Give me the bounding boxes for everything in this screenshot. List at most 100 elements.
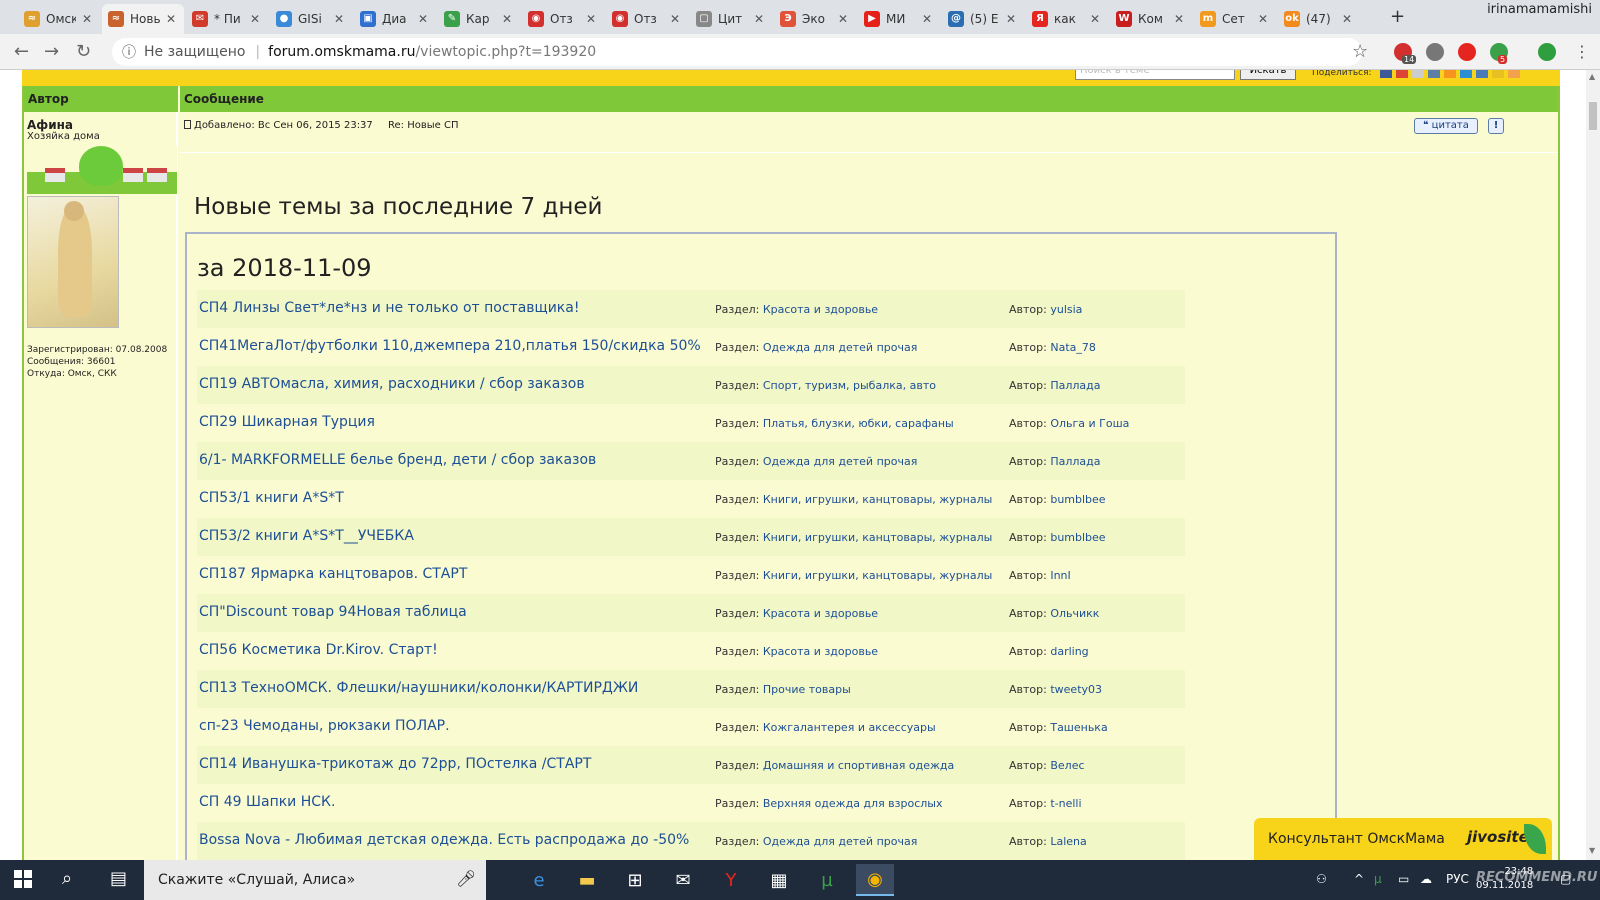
task-view-icon[interactable]: ▤ bbox=[110, 868, 127, 889]
extension-icon[interactable] bbox=[1426, 43, 1444, 61]
section-link[interactable]: Спорт, туризм, рыбалка, авто bbox=[763, 379, 936, 392]
tray-chevron-icon[interactable]: ^ bbox=[1354, 872, 1364, 886]
author-link[interactable]: InnI bbox=[1050, 569, 1070, 582]
close-icon[interactable]: ✕ bbox=[838, 12, 848, 26]
info-icon[interactable]: ⓘ bbox=[122, 42, 136, 62]
close-icon[interactable]: ✕ bbox=[1006, 12, 1016, 26]
author-link[interactable]: Паллада bbox=[1050, 379, 1100, 392]
browser-tab[interactable]: ◉ Отз ✕ bbox=[606, 4, 688, 34]
extension-icon[interactable] bbox=[1538, 43, 1556, 61]
profile-name[interactable]: irinamamamishi bbox=[1487, 2, 1592, 17]
topic-link[interactable]: Bossa Nova - Любимая детская одежда. Ест… bbox=[199, 832, 689, 848]
close-icon[interactable]: ✕ bbox=[166, 12, 176, 26]
topic-link[interactable]: СП14 Иванушка-трикотаж до 72рр, ПОстелка… bbox=[199, 756, 591, 772]
close-icon[interactable]: ✕ bbox=[502, 12, 512, 26]
section-link[interactable]: Верхняя одежда для взрослых bbox=[763, 797, 943, 810]
browser-tab[interactable]: ≈ Омск ✕ bbox=[18, 4, 100, 34]
author-link[interactable]: Nata_78 bbox=[1050, 341, 1096, 354]
topic-link[interactable]: СП187 Ярмарка канцтоваров. СТАРТ bbox=[199, 566, 467, 582]
mail-icon[interactable]: ✉ bbox=[664, 864, 702, 896]
topic-link[interactable]: СП 49 Шапки НСК. bbox=[199, 794, 335, 810]
section-link[interactable]: Одежда для детей прочая bbox=[763, 341, 918, 354]
author-link[interactable]: Велес bbox=[1050, 759, 1084, 772]
browser-tab[interactable]: Якак ✕ bbox=[1026, 4, 1108, 34]
browser-tab[interactable]: ≈ Новые ✕ bbox=[102, 4, 184, 34]
section-link[interactable]: Книги, игрушки, канцтовары, журналы bbox=[763, 569, 992, 582]
people-icon[interactable]: ⚇ bbox=[1316, 872, 1327, 886]
section-link[interactable]: Книги, игрушки, канцтовары, журналы bbox=[763, 531, 992, 544]
author-link[interactable]: Ташенька bbox=[1050, 721, 1107, 734]
browser-tab[interactable]: ✎ Кар ✕ bbox=[438, 4, 520, 34]
topic-link[interactable]: СП4 Линзы Свет*ле*нз и не только от пост… bbox=[199, 300, 579, 316]
section-link[interactable]: Красота и здоровье bbox=[763, 303, 878, 316]
search-icon[interactable]: ⌕ bbox=[62, 868, 72, 889]
section-link[interactable]: Красота и здоровье bbox=[763, 607, 878, 620]
browser-tab[interactable]: ✉ * Пи ✕ bbox=[186, 4, 268, 34]
browser-tab[interactable]: W Ком ✕ bbox=[1110, 4, 1192, 34]
author-link[interactable]: tweety03 bbox=[1050, 683, 1102, 696]
close-icon[interactable]: ✕ bbox=[82, 12, 92, 26]
browser-tab[interactable]: @ (5) Е ✕ bbox=[942, 4, 1024, 34]
author-link[interactable]: yulsia bbox=[1050, 303, 1082, 316]
close-icon[interactable]: ✕ bbox=[1258, 12, 1268, 26]
network-icon[interactable]: ▭ bbox=[1398, 872, 1409, 886]
topic-link[interactable]: СП19 АВТОмасла, химия, расходники / сбор… bbox=[199, 376, 585, 392]
browser-tab[interactable]: ▣ Диа ✕ bbox=[354, 4, 436, 34]
vk-share-icon[interactable] bbox=[1428, 70, 1440, 78]
close-icon[interactable]: ✕ bbox=[1342, 12, 1352, 26]
file-explorer-icon[interactable]: ▬ bbox=[568, 864, 606, 896]
edge-icon[interactable]: e bbox=[520, 864, 558, 896]
topic-link[interactable]: СП13 ТехноОМСК. Флешки/наушники/колонки/… bbox=[199, 680, 638, 696]
section-link[interactable]: Домашняя и спортивная одежда bbox=[763, 759, 954, 772]
more-share-icon[interactable] bbox=[1492, 70, 1504, 78]
author-link[interactable]: Ольчикк bbox=[1050, 607, 1099, 620]
topic-search-button[interactable]: Искать bbox=[1240, 70, 1296, 80]
chrome-icon[interactable]: ◉ bbox=[856, 864, 894, 896]
topic-link[interactable]: СП56 Косметика Dr.Kirov. Старт! bbox=[199, 642, 438, 658]
close-icon[interactable]: ✕ bbox=[418, 12, 428, 26]
topic-link[interactable]: СП"Discount товар 94Новая таблица bbox=[199, 604, 467, 620]
app-icon[interactable]: ▦ bbox=[760, 864, 798, 896]
section-link[interactable]: Одежда для детей прочая bbox=[763, 455, 918, 468]
section-link[interactable]: Платья, блузки, юбки, сарафаны bbox=[763, 417, 954, 430]
rss-share-icon[interactable] bbox=[1508, 70, 1520, 78]
close-icon[interactable]: ✕ bbox=[250, 12, 260, 26]
browser-tab[interactable]: ◉ Отз ✕ bbox=[522, 4, 604, 34]
scroll-down-icon[interactable]: ▼ bbox=[1589, 846, 1595, 855]
browser-tab[interactable]: ● GISi ✕ bbox=[270, 4, 352, 34]
author-link[interactable]: Lalena bbox=[1050, 835, 1086, 848]
bookmark-star-icon[interactable]: ☆ bbox=[1352, 41, 1368, 62]
mail-share-icon[interactable] bbox=[1396, 70, 1408, 78]
author-link[interactable]: darling bbox=[1050, 645, 1088, 658]
author-link[interactable]: Ольга и Гоша bbox=[1050, 417, 1129, 430]
quote-button[interactable]: ❝ цитата bbox=[1414, 118, 1478, 134]
facebook-share-icon[interactable] bbox=[1380, 70, 1392, 78]
topic-link[interactable]: 6/1- MARKFORMELLE белье бренд, дети / сб… bbox=[199, 452, 596, 468]
email-share-icon[interactable] bbox=[1412, 70, 1424, 78]
utorrent-tray-icon[interactable]: µ bbox=[1374, 872, 1382, 886]
reload-icon[interactable]: ↻ bbox=[76, 41, 91, 62]
odnoklassniki-share-icon[interactable] bbox=[1444, 70, 1456, 78]
close-icon[interactable]: ✕ bbox=[922, 12, 932, 26]
close-icon[interactable]: ✕ bbox=[1174, 12, 1184, 26]
forward-arrow-icon[interactable]: → bbox=[44, 41, 59, 62]
topic-link[interactable]: сп-23 Чемоданы, рюкзаки ПОЛАР. bbox=[199, 718, 450, 734]
post-icon[interactable] bbox=[184, 120, 191, 129]
back-arrow-icon[interactable]: ← bbox=[14, 41, 29, 62]
topic-link[interactable]: СП53/2 книги А*S*T__УЧЕБКА bbox=[199, 528, 414, 544]
taskbar-search-box[interactable]: Скажите «Слушай, Алиса» 🎤︎ bbox=[144, 860, 486, 900]
onedrive-icon[interactable]: ☁ bbox=[1420, 872, 1432, 886]
close-icon[interactable]: ✕ bbox=[334, 12, 344, 26]
author-link[interactable]: t-nelli bbox=[1050, 797, 1081, 810]
windows-start-icon[interactable] bbox=[14, 870, 32, 888]
microphone-icon[interactable]: 🎤︎ bbox=[456, 869, 476, 888]
browser-tab[interactable]: ok (47) ✕ bbox=[1278, 4, 1360, 34]
twitter-share-icon[interactable] bbox=[1460, 70, 1472, 78]
section-link[interactable]: Одежда для детей прочая bbox=[763, 835, 918, 848]
extension-icon[interactable] bbox=[1458, 43, 1476, 61]
section-link[interactable]: Кожгалантерея и аксессуары bbox=[763, 721, 936, 734]
section-link[interactable]: Прочие товары bbox=[763, 683, 851, 696]
browser-tab[interactable]: Э Эко ✕ bbox=[774, 4, 856, 34]
topic-link[interactable]: СП41МегаЛот/футболки 110,джемпера 210,пл… bbox=[199, 338, 701, 354]
author-link[interactable]: Паллада bbox=[1050, 455, 1100, 468]
